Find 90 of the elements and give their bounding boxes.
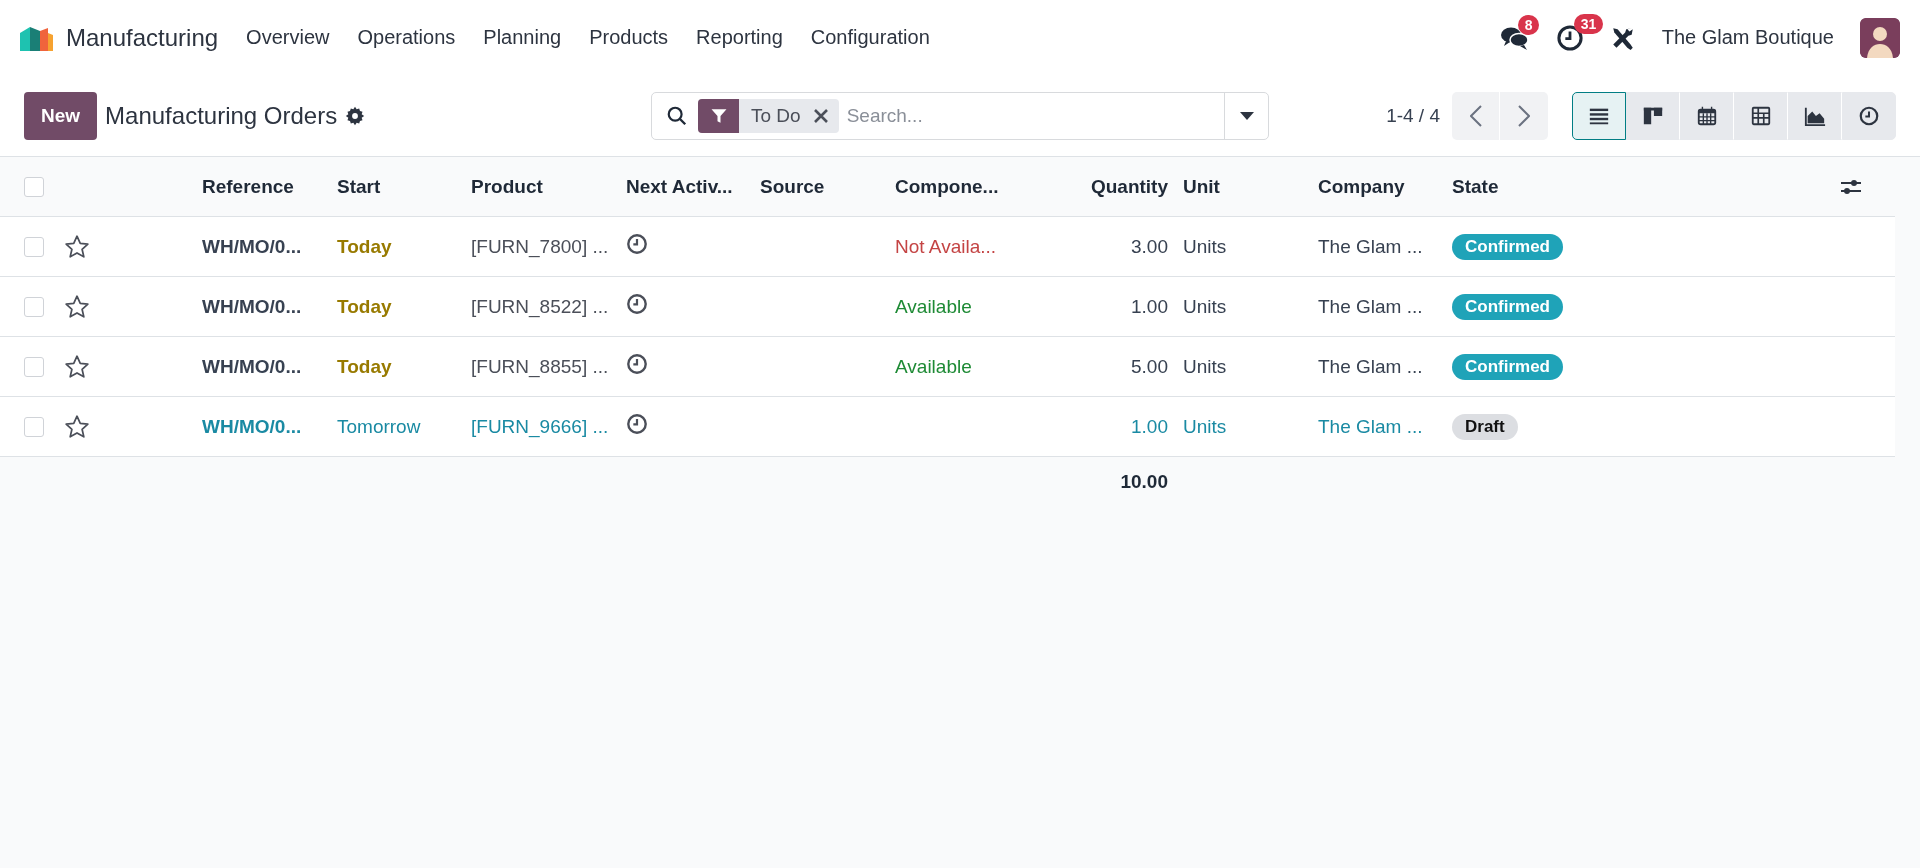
graph-view-button[interactable] <box>1788 91 1842 140</box>
column-header[interactable]: State <box>1452 175 1840 198</box>
calendar-view-icon <box>1696 104 1718 127</box>
menu-item[interactable]: Operations <box>343 18 470 57</box>
clock-icon <box>626 353 648 375</box>
column-header[interactable]: Compone... <box>895 175 1030 198</box>
column-header[interactable]: Product <box>471 175 626 198</box>
clock-icon <box>626 293 648 315</box>
chevron-right-icon <box>1518 104 1530 127</box>
caret-icon <box>1239 111 1254 120</box>
menu-item[interactable]: Products <box>575 18 683 57</box>
star-icon[interactable] <box>64 353 90 380</box>
state-badge: Confirmed <box>1452 293 1563 320</box>
state-badge: Draft <box>1452 413 1518 440</box>
page-title[interactable]: Manufacturing Orders <box>105 101 338 130</box>
column-header[interactable]: Start <box>337 175 471 198</box>
settings-icon[interactable] <box>345 105 366 126</box>
component-status-cell-text: Not Availa... <box>895 235 998 258</box>
close-icon[interactable] <box>812 107 829 124</box>
row-checkbox[interactable] <box>24 236 44 257</box>
unit-cell-text: Units <box>1182 235 1228 258</box>
star-icon[interactable] <box>64 413 90 440</box>
start-date-cell-text: Tomorrow <box>337 415 422 438</box>
list-view-button[interactable] <box>1572 91 1626 140</box>
start-date-cell-text: Today <box>337 295 393 318</box>
clock-icon <box>626 413 648 435</box>
unit-cell-text: Units <box>1182 355 1228 378</box>
state-badge: Confirmed <box>1452 233 1563 260</box>
app-logo-icon[interactable] <box>20 24 54 51</box>
search-bar[interactable]: To Do Search... <box>651 91 1269 140</box>
reference-cell[interactable]: WH/MO/0... <box>202 235 337 258</box>
company-cell-text: The Glam ... <box>1318 355 1424 378</box>
calendar-view-button[interactable] <box>1680 91 1734 140</box>
previous-button[interactable] <box>1452 91 1500 140</box>
menu-item[interactable]: Planning <box>469 18 576 57</box>
column-header[interactable]: Quantity <box>1030 175 1175 198</box>
pivot-view-icon <box>1750 104 1772 127</box>
component-status-cell-text: Available <box>895 295 973 318</box>
star-icon[interactable] <box>64 293 90 320</box>
kanban-view-button[interactable] <box>1626 91 1680 140</box>
column-header[interactable]: Reference <box>202 175 337 198</box>
product-cell-text: [FURN_8522] ... <box>471 295 610 318</box>
product-cell-text: [FURN_7800] ... <box>471 235 610 258</box>
column-header[interactable]: Unit <box>1175 175 1318 198</box>
row-checkbox[interactable] <box>24 416 44 437</box>
row-checkbox[interactable] <box>24 356 44 377</box>
pivot-view-button[interactable] <box>1734 91 1788 140</box>
start-date-cell-text: Today <box>337 355 393 378</box>
company-cell-text: The Glam ... <box>1318 235 1424 258</box>
pager-value[interactable]: 1-4 / 4 <box>1386 104 1440 127</box>
quantity-cell-text: 1.00 <box>1130 415 1169 438</box>
clock-icon <box>626 233 648 255</box>
menu-item[interactable]: Configuration <box>796 18 944 57</box>
company-name[interactable]: The Glam Boutique <box>1661 26 1834 49</box>
activity-view-button[interactable] <box>1842 91 1896 140</box>
product-cell-text: [FURN_8855] ... <box>471 355 610 378</box>
component-status-cell-text: Available <box>895 355 973 378</box>
search-icon[interactable] <box>666 104 688 127</box>
notification-badge: 8 <box>1517 14 1540 35</box>
start-date-cell-text: Today <box>337 235 393 258</box>
column-header[interactable]: Next Activ... <box>626 175 760 198</box>
app-name[interactable]: Manufacturing <box>66 23 219 52</box>
state-badge: Confirmed <box>1452 353 1563 380</box>
chevron-left-icon <box>1469 104 1482 127</box>
menu-item[interactable]: Overview <box>232 18 344 57</box>
star-icon[interactable] <box>64 233 90 260</box>
activity-view-icon <box>1858 104 1880 127</box>
column-header[interactable]: Source <box>760 175 895 198</box>
new-button[interactable]: New <box>24 91 98 140</box>
quantity-cell-text: 5.00 <box>1130 355 1169 378</box>
avatar-icon[interactable] <box>1860 17 1900 58</box>
column-header[interactable]: Company <box>1318 175 1452 198</box>
select-all-checkbox[interactable] <box>24 176 44 197</box>
reference-cell[interactable]: WH/MO/0... <box>202 295 337 318</box>
quantity-total: 10.00 <box>1119 471 1169 493</box>
filter-facet: To Do <box>750 104 802 127</box>
next-button[interactable] <box>1500 91 1548 140</box>
company-cell-text: The Glam ... <box>1318 295 1424 318</box>
product-cell-text: [FURN_9666] ... <box>471 415 610 438</box>
row-checkbox[interactable] <box>24 296 44 317</box>
company-cell-text: The Glam ... <box>1318 415 1424 438</box>
quantity-cell-text: 1.00 <box>1130 295 1169 318</box>
reference-cell[interactable]: WH/MO/0... <box>202 415 337 438</box>
notification-badge: 31 <box>1573 13 1604 34</box>
menu-item[interactable]: Reporting <box>682 18 797 57</box>
quantity-cell-text: 3.00 <box>1130 235 1169 258</box>
filter-icon <box>709 106 728 125</box>
unit-cell-text: Units <box>1182 295 1228 318</box>
reference-cell[interactable]: WH/MO/0... <box>202 355 337 378</box>
unit-cell-text: Units <box>1182 415 1228 438</box>
